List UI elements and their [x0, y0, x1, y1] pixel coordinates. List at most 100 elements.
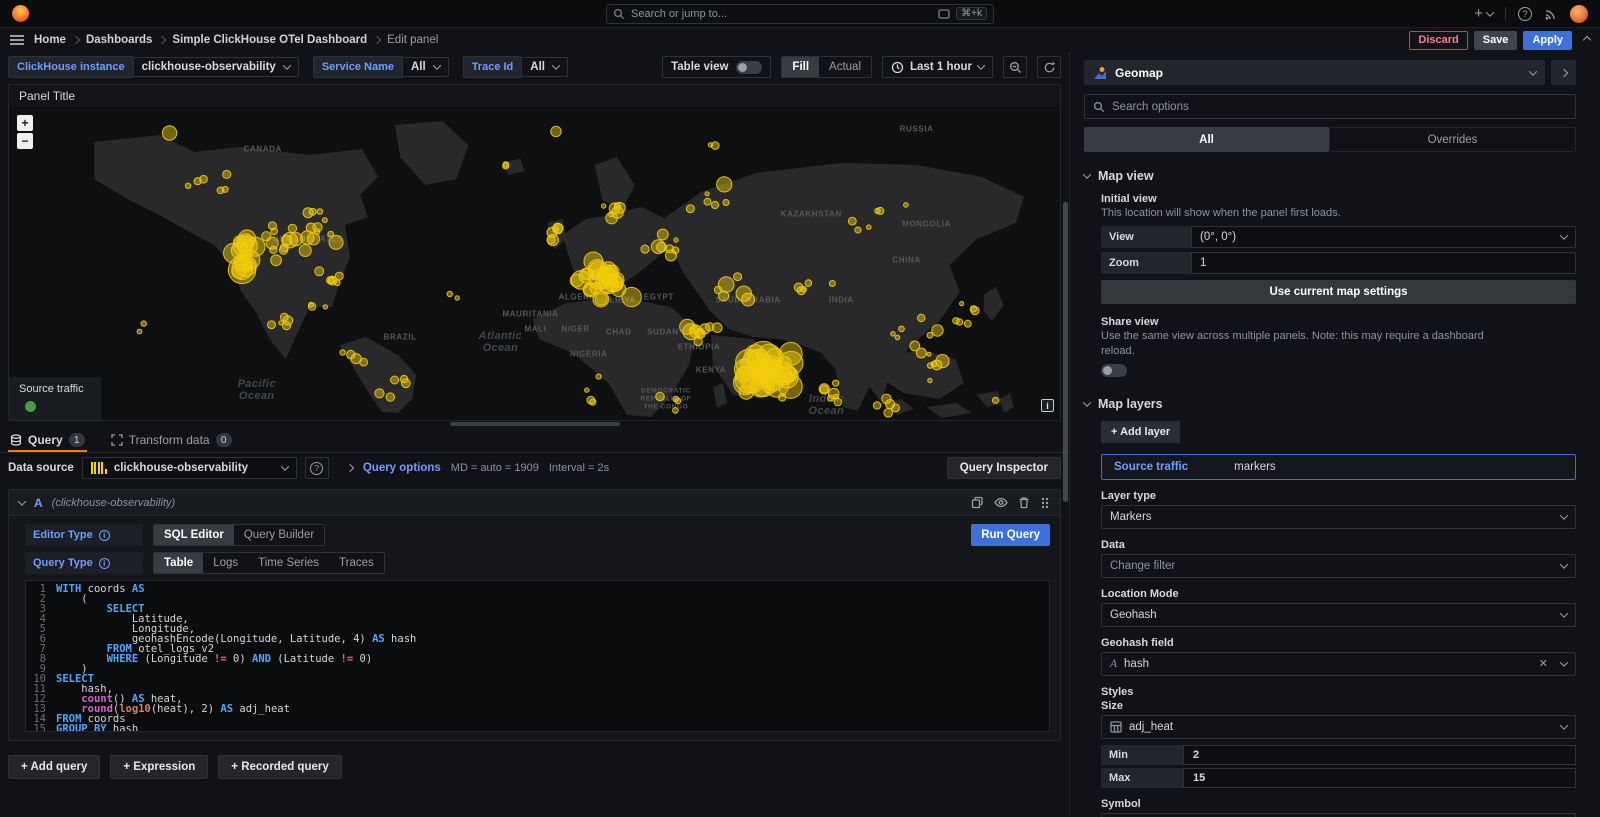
map-view-section: Map view Initial view This location will…	[1084, 169, 1576, 380]
query-tabs: Query 1 Transform data 0	[0, 427, 1069, 453]
query-builder-option[interactable]: Query Builder	[234, 525, 324, 545]
map-layers-section-header[interactable]: Map layers	[1084, 397, 1576, 411]
left-pane-scrollbar[interactable]	[1063, 202, 1068, 502]
zoom-input[interactable]: 1	[1191, 252, 1576, 274]
drag-handle-icon[interactable]	[1040, 496, 1050, 510]
tab-all[interactable]: All	[1084, 127, 1329, 152]
apply-button[interactable]: Apply	[1523, 31, 1572, 50]
collapse-editor-icon[interactable]	[1584, 37, 1590, 43]
table-view-toggle[interactable]: Table view	[662, 56, 771, 78]
symbol-select[interactable]: circle.svg ✕	[1101, 813, 1576, 817]
query-options-expand-icon[interactable]	[346, 464, 354, 472]
query-a-header[interactable]: A (clickhouse-observability)	[9, 490, 1060, 516]
discard-button[interactable]: Discard	[1409, 31, 1467, 50]
keyboard-icon	[938, 9, 950, 19]
search-options-input[interactable]: Search options	[1084, 94, 1576, 119]
help-icon[interactable]: ?	[1518, 7, 1532, 21]
layer-row-source-traffic[interactable]: Source traffic markers	[1101, 454, 1576, 480]
sql-code-editor[interactable]: 1WITH coords AS2 (3 SELECT4 Latitude,5 L…	[25, 580, 1050, 732]
panel-title[interactable]: Panel Title	[9, 85, 1060, 107]
datasource-help-button[interactable]: ?	[305, 457, 329, 479]
delete-query-icon[interactable]	[1018, 496, 1030, 509]
news-rss-icon[interactable]	[1544, 7, 1558, 21]
legend-swatch	[25, 401, 36, 412]
recorded-query-button[interactable]: + Recorded query	[218, 755, 341, 779]
new-dropdown-button[interactable]: +	[1474, 6, 1493, 21]
geohash-field-select[interactable]: A hash ✕	[1101, 652, 1576, 676]
transform-count-badge: 0	[216, 433, 232, 447]
map-attribution-icon[interactable]: i	[1041, 399, 1054, 412]
expression-button[interactable]: + Expression	[110, 755, 208, 779]
layer-type-label: Layer type	[1101, 490, 1576, 502]
service-name-select[interactable]: All	[402, 57, 449, 77]
geomap-canvas[interactable]: RUSSIACANADAUNITED STATESKAZAKHSTANMONGO…	[9, 107, 1060, 420]
view-select[interactable]: (0°, 0°)	[1191, 226, 1576, 248]
table-option[interactable]: Table	[154, 553, 203, 573]
max-input[interactable]: 15	[1183, 768, 1576, 788]
sql-editor-option[interactable]: SQL Editor	[154, 525, 234, 545]
breadcrumb-bar: Home Dashboards Simple ClickHouse OTel D…	[0, 28, 1600, 52]
clear-icon[interactable]: ✕	[1539, 657, 1548, 670]
transform-icon	[111, 434, 123, 446]
trace-id-select[interactable]: All	[521, 57, 568, 77]
collapse-options-button[interactable]	[1551, 60, 1576, 85]
zoom-row: Zoom 1	[1101, 252, 1576, 274]
tab-transform-data[interactable]: Transform data 0	[109, 433, 234, 452]
run-query-button[interactable]: Run Query	[971, 524, 1050, 546]
time-range-picker[interactable]: Last 1 hour	[882, 56, 993, 78]
time-series-option[interactable]: Time Series	[248, 553, 329, 573]
data-select[interactable]: Change filter	[1101, 554, 1576, 578]
query-options-link[interactable]: Query options	[363, 462, 441, 474]
location-mode-label: Location Mode	[1101, 588, 1576, 600]
min-input[interactable]: 2	[1183, 745, 1576, 765]
map-zoom-in-button[interactable]: +	[17, 115, 33, 131]
panel-type-selector[interactable]: Geomap	[1084, 60, 1545, 85]
styles-label: Styles	[1101, 686, 1576, 698]
layer-type-select[interactable]: Markers	[1101, 505, 1576, 529]
hide-query-icon[interactable]	[994, 496, 1008, 509]
add-layer-button[interactable]: + Add layer	[1101, 421, 1180, 443]
actual-option[interactable]: Actual	[819, 57, 871, 77]
query-ref-id: A	[34, 496, 43, 510]
info-icon: i	[99, 558, 110, 569]
user-avatar[interactable]	[1570, 5, 1588, 23]
fill-actual-segmented: Fill Actual	[781, 56, 872, 78]
duplicate-query-icon[interactable]	[971, 496, 984, 509]
breadcrumb-dashboards[interactable]: Dashboards	[86, 34, 152, 46]
menu-hamburger-icon[interactable]	[10, 35, 24, 45]
edit-pane: ClickHouse instance clickhouse-observabi…	[0, 52, 1069, 817]
share-view-toggle[interactable]	[1101, 364, 1127, 377]
fill-option[interactable]: Fill	[782, 57, 819, 77]
global-search-input[interactable]: Search or jump to... ⌘+k	[606, 4, 994, 24]
search-icon	[1093, 101, 1105, 113]
map-zoom-controls: + −	[17, 115, 33, 149]
panel-options-sidebar: Geomap Search options All Overrides Map …	[1069, 52, 1600, 817]
clickhouse-instance-select[interactable]: clickhouse-observability	[133, 57, 299, 77]
breadcrumb-home[interactable]: Home	[34, 34, 66, 46]
view-row: View (0°, 0°)	[1101, 226, 1576, 248]
traces-option[interactable]: Traces	[329, 553, 384, 573]
grafana-logo[interactable]	[12, 5, 29, 22]
map-zoom-out-button[interactable]: −	[17, 133, 33, 149]
size-field-select[interactable]: adj_heat	[1101, 715, 1576, 739]
refresh-button[interactable]	[1037, 56, 1061, 78]
breadcrumb-dashboard-name[interactable]: Simple ClickHouse OTel Dashboard	[172, 34, 367, 46]
query-inspector-button[interactable]: Query Inspector	[947, 457, 1061, 479]
marker-dots-layer	[9, 107, 1060, 420]
zoom-out-time-button[interactable]	[1003, 56, 1027, 78]
tab-overrides[interactable]: Overrides	[1329, 127, 1576, 152]
collapse-query-icon[interactable]	[18, 497, 26, 505]
save-button[interactable]: Save	[1474, 31, 1518, 50]
location-mode-select[interactable]: Geohash	[1101, 603, 1576, 627]
logs-option[interactable]: Logs	[203, 553, 248, 573]
use-current-map-settings-button[interactable]: Use current map settings	[1101, 280, 1576, 304]
nav-divider	[1505, 7, 1506, 21]
datasource-select[interactable]: clickhouse-observability	[82, 457, 297, 479]
add-query-button[interactable]: + Add query	[8, 755, 100, 779]
table-view-switch[interactable]	[736, 61, 762, 74]
tab-query[interactable]: Query 1	[8, 433, 87, 452]
map-view-section-header[interactable]: Map view	[1084, 169, 1576, 183]
datasource-label: Data source	[8, 462, 74, 474]
map-layers-section: Map layers + Add layer Source traffic ma…	[1084, 397, 1576, 817]
share-view-description: Use the same view across multiple panels…	[1101, 329, 1511, 359]
